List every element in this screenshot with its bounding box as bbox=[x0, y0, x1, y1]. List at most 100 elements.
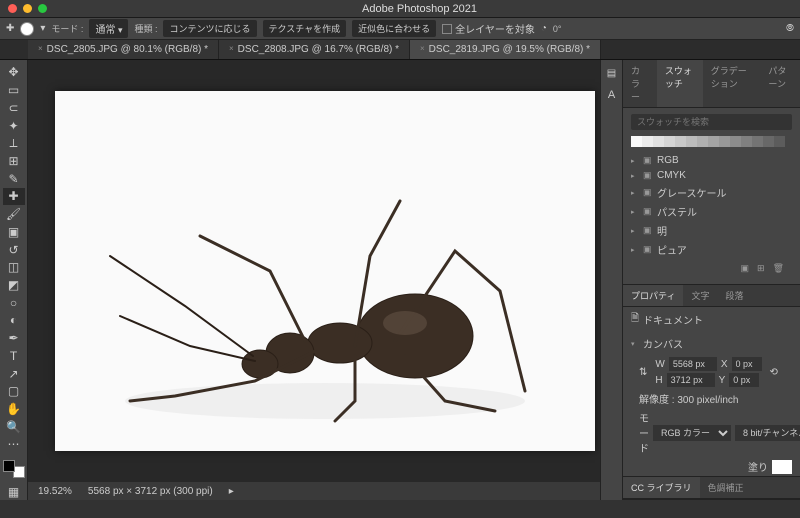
document-tabs: ×DSC_2805.JPG @ 80.1% (RGB/8) *×DSC_2808… bbox=[0, 40, 800, 60]
brush-size[interactable]: ▾ bbox=[40, 23, 45, 34]
w-input[interactable] bbox=[669, 357, 717, 371]
status-chevron[interactable]: ▸ bbox=[229, 486, 234, 497]
swatch[interactable] bbox=[686, 136, 697, 147]
swatch-folder[interactable]: ▸▣パステル bbox=[631, 202, 792, 221]
panel-tab[interactable]: CC ライブラリ bbox=[623, 477, 700, 498]
pressure-icon[interactable]: ⦾ bbox=[786, 23, 794, 34]
proximity-match-button[interactable]: 近似色に合わせる bbox=[352, 20, 436, 37]
type-tab-icon[interactable]: A bbox=[608, 89, 615, 101]
swatch[interactable] bbox=[697, 136, 708, 147]
mode-select[interactable]: RGB カラー bbox=[653, 425, 731, 441]
panel-tab[interactable]: カラー bbox=[623, 60, 657, 107]
panel-tab[interactable]: スウォッチ bbox=[657, 60, 703, 107]
maximize-icon[interactable] bbox=[38, 4, 47, 13]
swatch[interactable] bbox=[763, 136, 774, 147]
gradient-tool[interactable]: ◩ bbox=[3, 277, 25, 294]
swatch[interactable] bbox=[708, 136, 719, 147]
close-tab-icon[interactable]: × bbox=[420, 44, 425, 55]
swatch[interactable] bbox=[664, 136, 675, 147]
swatch-folder[interactable]: ▸▣ピュア bbox=[631, 240, 792, 259]
document-tab[interactable]: ×DSC_2819.JPG @ 19.5% (RGB/8) * bbox=[410, 40, 601, 59]
brush-swatch[interactable] bbox=[20, 22, 34, 36]
move-tool[interactable]: ✥ bbox=[3, 64, 25, 81]
swatch-folder[interactable]: ▸▣明 bbox=[631, 221, 792, 240]
orient-icon[interactable]: ⟲ bbox=[770, 367, 778, 378]
fg-bg-colors[interactable] bbox=[3, 460, 25, 478]
dodge-tool[interactable]: ◐ bbox=[3, 312, 25, 329]
crop-tool[interactable]: ⟂ bbox=[3, 135, 25, 152]
panel-tab[interactable]: プロパティ bbox=[623, 285, 683, 306]
eyedropper-tool[interactable]: ✎ bbox=[3, 170, 25, 187]
zoom-tool[interactable]: 🔍 bbox=[3, 418, 25, 435]
close-icon[interactable] bbox=[8, 4, 17, 13]
new-swatch-icon[interactable]: ⊞ bbox=[757, 263, 765, 274]
path-tool[interactable]: ↗ bbox=[3, 365, 25, 382]
brush-tool[interactable]: 🖌 bbox=[3, 206, 25, 223]
minimize-icon[interactable] bbox=[23, 4, 32, 13]
canvas-section[interactable]: ▾カンバス bbox=[623, 332, 800, 355]
link-icon[interactable]: ⇅ bbox=[639, 367, 647, 378]
panel-tab[interactable]: 段落 bbox=[717, 285, 751, 306]
status-zoom[interactable]: 19.52% bbox=[38, 486, 72, 497]
swatch[interactable] bbox=[642, 136, 653, 147]
x-label: X bbox=[721, 359, 728, 370]
swatch-folders: ▸▣RGB▸▣CMYK▸▣グレースケール▸▣パステル▸▣明▸▣ピュア bbox=[631, 153, 792, 259]
blur-tool[interactable]: ○ bbox=[3, 294, 25, 311]
document-tab[interactable]: ×DSC_2808.JPG @ 16.7% (RGB/8) * bbox=[219, 40, 410, 59]
shape-tool[interactable]: ▢ bbox=[3, 383, 25, 400]
swatch[interactable] bbox=[730, 136, 741, 147]
create-texture-button[interactable]: テクスチャを作成 bbox=[263, 20, 347, 37]
panel-tab[interactable]: 色調補正 bbox=[700, 477, 752, 498]
all-layers-check[interactable]: 全レイヤーを対象 bbox=[442, 21, 535, 36]
hand-tool[interactable]: ✋ bbox=[3, 401, 25, 418]
healing-tool[interactable]: ✚ bbox=[3, 188, 25, 205]
document-tab[interactable]: ×DSC_2805.JPG @ 80.1% (RGB/8) * bbox=[28, 40, 219, 59]
h-input[interactable] bbox=[667, 373, 715, 387]
folder-icon[interactable]: ▣ bbox=[741, 263, 750, 274]
angle-value[interactable]: 0° bbox=[553, 24, 562, 34]
mode-lbl: モード bbox=[639, 410, 649, 455]
swatch-folder[interactable]: ▸▣RGB bbox=[631, 153, 792, 168]
frame-tool[interactable]: ⊞ bbox=[3, 153, 25, 170]
panel-tab[interactable]: グラデーション bbox=[703, 60, 761, 107]
right-panels: カラースウォッチグラデーションパターン ▸▣RGB▸▣CMYK▸▣グレースケール… bbox=[622, 60, 800, 500]
y-input[interactable] bbox=[729, 373, 759, 387]
x-input[interactable] bbox=[732, 357, 762, 371]
panel-tab[interactable]: 文字 bbox=[683, 285, 717, 306]
more-tools[interactable]: ⋯ bbox=[3, 436, 25, 453]
resolution-text: 解像度 : 300 pixel/inch bbox=[639, 391, 739, 406]
eraser-tool[interactable]: ◫ bbox=[3, 259, 25, 276]
swatch[interactable] bbox=[631, 136, 642, 147]
mode-select[interactable]: 通常 ▾ bbox=[89, 19, 128, 38]
swatch-folder[interactable]: ▸▣CMYK bbox=[631, 168, 792, 183]
stamp-tool[interactable]: ▣ bbox=[3, 223, 25, 240]
swatch[interactable] bbox=[719, 136, 730, 147]
mode-label: モード : bbox=[51, 22, 83, 35]
angle-icon: ◔ bbox=[541, 23, 547, 34]
swatch[interactable] bbox=[653, 136, 664, 147]
panel-tab[interactable]: パターン bbox=[760, 60, 800, 107]
close-tab-icon[interactable]: × bbox=[38, 44, 43, 55]
trash-icon[interactable]: 🗑 bbox=[773, 263, 784, 274]
toolbar: ✥ ▭ ⊂ ✦ ⟂ ⊞ ✎ ✚ 🖌 ▣ ↺ ◫ ◩ ○ ◐ ✒ T ↗ ▢ ✋ … bbox=[0, 60, 28, 500]
canvas-area[interactable] bbox=[28, 60, 622, 482]
pen-tool[interactable]: ✒ bbox=[3, 330, 25, 347]
swatch[interactable] bbox=[752, 136, 763, 147]
marquee-tool[interactable]: ▭ bbox=[3, 82, 25, 99]
type-tool[interactable]: T bbox=[3, 348, 25, 365]
swatch[interactable] bbox=[774, 136, 785, 147]
swatch[interactable] bbox=[741, 136, 752, 147]
lasso-tool[interactable]: ⊂ bbox=[3, 99, 25, 116]
mask-mode[interactable]: ▦ bbox=[3, 483, 25, 500]
history-tool[interactable]: ↺ bbox=[3, 241, 25, 258]
wand-tool[interactable]: ✦ bbox=[3, 117, 25, 134]
fill-swatch[interactable] bbox=[772, 460, 792, 474]
close-tab-icon[interactable]: × bbox=[229, 44, 234, 55]
document-canvas[interactable] bbox=[55, 91, 595, 451]
content-aware-button[interactable]: コンテンツに応じる bbox=[163, 20, 256, 37]
color-tab-icon[interactable]: ▤ bbox=[607, 68, 616, 79]
swatch[interactable] bbox=[675, 136, 686, 147]
swatch-search[interactable] bbox=[631, 114, 792, 130]
bit-select[interactable]: 8 bit/チャンネル bbox=[735, 425, 800, 441]
swatch-folder[interactable]: ▸▣グレースケール bbox=[631, 183, 792, 202]
